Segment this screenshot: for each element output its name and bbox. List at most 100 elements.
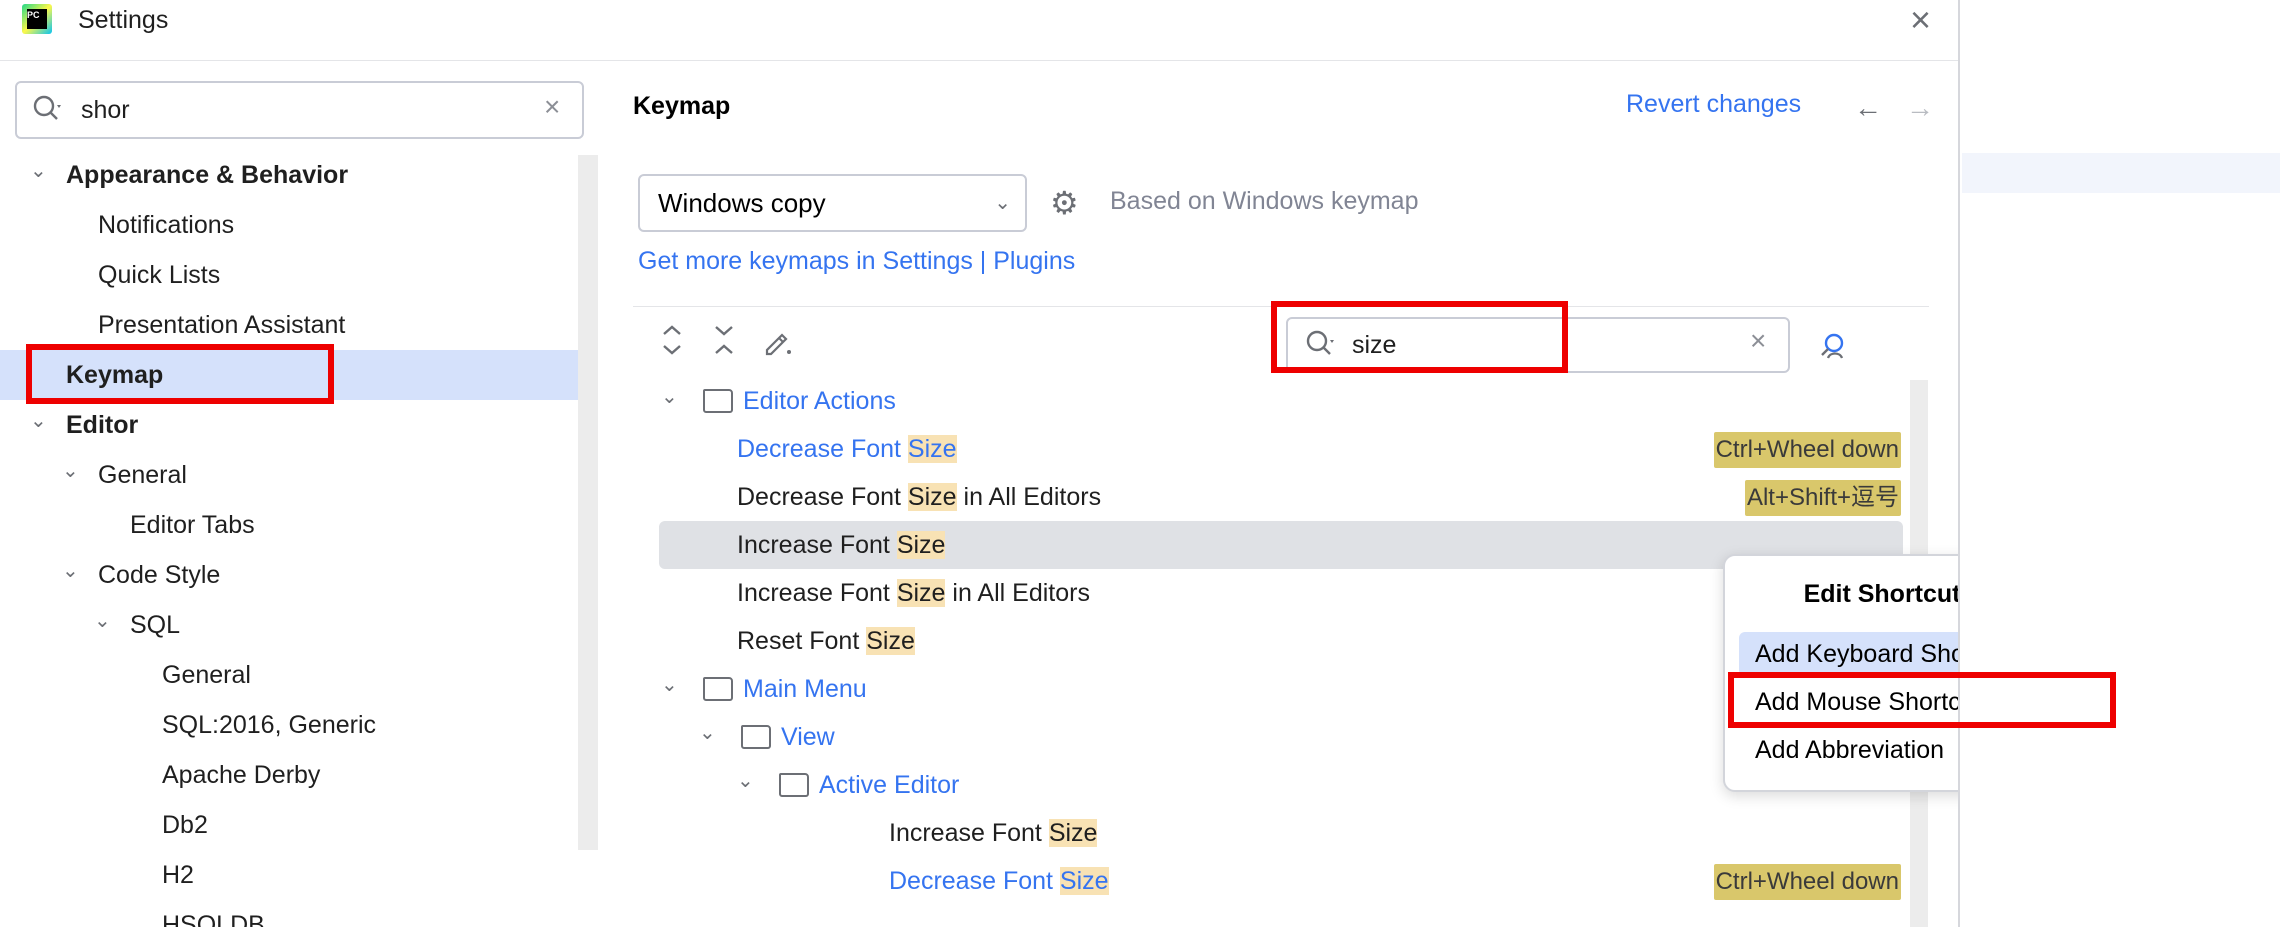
chevron-down-icon[interactable]: ⌄ [62, 446, 79, 496]
page-title: Keymap [633, 92, 731, 120]
settings-tree-item[interactable]: Editor Tabs [0, 500, 596, 550]
settings-tree-item[interactable]: H2 [0, 850, 596, 900]
app-logo-mark: PC [27, 9, 47, 29]
action-row[interactable]: Decrease Font Size in All Editors Alt+Shi… [633, 473, 1903, 521]
action-group-label: View [781, 723, 835, 751]
settings-search-field[interactable]: × [15, 81, 584, 139]
find-by-shortcut-icon[interactable] [1818, 330, 1852, 372]
add-abbreviation-item[interactable]: Add Abbreviation [1739, 728, 1958, 772]
chevron-down-icon[interactable]: ⌄ [661, 661, 678, 709]
settings-dialog: PC Settings × × ⌄Appearance & Behavior No… [0, 0, 1960, 927]
search-match-highlight: Size [1048, 819, 1098, 847]
settings-tree-item-label: Presentation Assistant [98, 311, 346, 339]
settings-tree-item[interactable]: ⌄ Code Style [0, 550, 596, 600]
settings-tree-item-label: Db2 [162, 811, 208, 839]
folder-icon [741, 725, 771, 749]
action-label-text: Reset Font [737, 627, 867, 655]
search-match-highlight: Size [907, 483, 957, 511]
settings-tree-item[interactable]: ⌄ SQL [0, 600, 596, 650]
shortcut-badge: Ctrl+Wheel down [1713, 864, 1901, 900]
search-match-highlight: Size [866, 627, 915, 655]
settings-tree-scrollbar[interactable] [578, 155, 598, 850]
expand-all-icon[interactable] [658, 322, 686, 365]
action-group-label: Editor Actions [743, 387, 896, 415]
chevron-down-icon[interactable]: ⌄ [737, 757, 754, 805]
edit-shortcut-icon[interactable] [762, 326, 794, 365]
chevron-down-icon[interactable]: ⌄ [699, 709, 716, 757]
settings-tree-item-label: Code Style [98, 561, 221, 589]
settings-tree-item[interactable]: HSQLDB [0, 900, 596, 927]
action-row[interactable]: Increase Font Size in All Editors [633, 569, 1903, 617]
settings-tree-item[interactable]: Presentation Assistant [0, 300, 596, 350]
action-row[interactable]: Increase Font Size [633, 809, 1903, 857]
chevron-down-icon[interactable]: ⌄ [661, 377, 678, 421]
action-group-row[interactable]: ⌄ Active Editor [633, 761, 1903, 809]
action-label: Decrease Font Size [737, 425, 957, 473]
settings-tree-item[interactable]: Notifications [0, 200, 596, 250]
search-match-highlight: Size [896, 579, 946, 607]
action-label-text: Increase Font [889, 819, 1049, 847]
action-group-label: Active Editor [819, 771, 960, 799]
settings-tree-item[interactable]: Db2 [0, 800, 596, 850]
window-title: Settings [78, 6, 169, 34]
shortcut-badge: Alt+Shift+逗号 [1744, 480, 1901, 516]
popup-title: Edit Shortcuts [1803, 580, 1960, 608]
settings-tree-item-label: Notifications [98, 211, 235, 239]
chevron-down-icon[interactable]: ⌄ [62, 546, 79, 596]
action-label-text: Increase Font [737, 579, 897, 607]
back-arrow-icon[interactable]: ← [1854, 92, 1882, 124]
action-label: Increase Font Size in All Editors [737, 569, 1090, 617]
clear-search-icon[interactable]: × [544, 91, 560, 123]
settings-tree-item[interactable]: General [0, 650, 596, 700]
get-more-keymaps-link[interactable]: Get more keymaps in Settings | Plugins [638, 247, 1075, 276]
folder-icon [703, 389, 733, 413]
settings-search-input[interactable] [81, 95, 521, 125]
clear-search-icon[interactable]: × [1750, 325, 1766, 357]
close-icon[interactable]: × [1910, 2, 1931, 38]
chevron-down-icon[interactable]: ⌄ [30, 146, 47, 196]
action-row[interactable]: Decrease Font Size Ctrl+Wheel down [633, 857, 1903, 905]
action-label-suffix: in All Editors [945, 579, 1090, 607]
title-bar: PC Settings × [0, 0, 1958, 61]
settings-tree-item[interactable]: Quick Lists [0, 250, 596, 300]
action-label-text: Decrease Font [889, 867, 1060, 895]
settings-tree-item[interactable]: ⌄ General [0, 450, 596, 500]
action-label-text: Decrease Font [737, 435, 908, 463]
settings-tree-item[interactable]: ⌄ Editor [0, 400, 596, 450]
action-label: Increase Font Size [889, 809, 1098, 857]
settings-tree-item-label: SQL:2016, Generic [162, 711, 377, 739]
settings-tree-item[interactable]: Apache Derby [0, 750, 596, 800]
action-group-row[interactable]: ⌄ View [633, 713, 1903, 761]
collapse-all-icon[interactable] [710, 322, 738, 365]
action-row[interactable] [633, 905, 1903, 927]
action-label-text: Increase Font [737, 531, 897, 559]
settings-tree-item-label: General [98, 461, 187, 489]
settings-tree-item-label: H2 [162, 861, 194, 889]
search-match-highlight: Size [896, 531, 946, 559]
settings-tree-item-label: Editor [66, 411, 139, 439]
action-row[interactable]: Reset Font Size [633, 617, 1903, 665]
action-label: Decrease Font Size [889, 857, 1109, 905]
revert-changes-link[interactable]: Revert changes [1626, 90, 1801, 119]
action-group-row[interactable]: ⌄ Main Menu [633, 665, 1903, 713]
action-row[interactable]: Increase Font Size [659, 521, 1903, 569]
settings-tree-item-label: Editor Tabs [130, 511, 255, 539]
action-group-row[interactable]: ⌄ Editor Actions [633, 377, 1903, 425]
action-label-suffix: in All Editors [956, 483, 1102, 511]
search-icon [33, 95, 61, 120]
add-keyboard-shortcut-item[interactable]: Add Keyboard Shortcut [1739, 632, 1958, 676]
forward-arrow-icon[interactable]: → [1906, 92, 1934, 124]
chevron-down-icon[interactable]: ⌄ [94, 596, 111, 646]
gear-icon[interactable]: ⚙ [1050, 184, 1079, 222]
action-row[interactable]: Decrease Font Size Ctrl+Wheel down [633, 425, 1903, 473]
keymap-dropdown[interactable]: Windows copy ⌄ [638, 174, 1027, 232]
settings-tree: ⌄ Appearance & Behavior Notifications Quick… [0, 150, 596, 927]
settings-tree-item[interactable]: ⌄ Appearance & Behavior [0, 150, 596, 200]
action-label: Reset Font Size [737, 617, 915, 665]
keymap-dropdown-value: Windows copy [658, 188, 826, 218]
annotation-highlight-mouse-shortcut [1728, 672, 2116, 728]
annotation-highlight-keymap [26, 344, 334, 404]
shortcut-badge: Ctrl+Wheel down [1713, 432, 1901, 468]
settings-tree-item[interactable]: SQL:2016, Generic [0, 700, 596, 750]
settings-tree-item-label: SQL [130, 611, 181, 639]
